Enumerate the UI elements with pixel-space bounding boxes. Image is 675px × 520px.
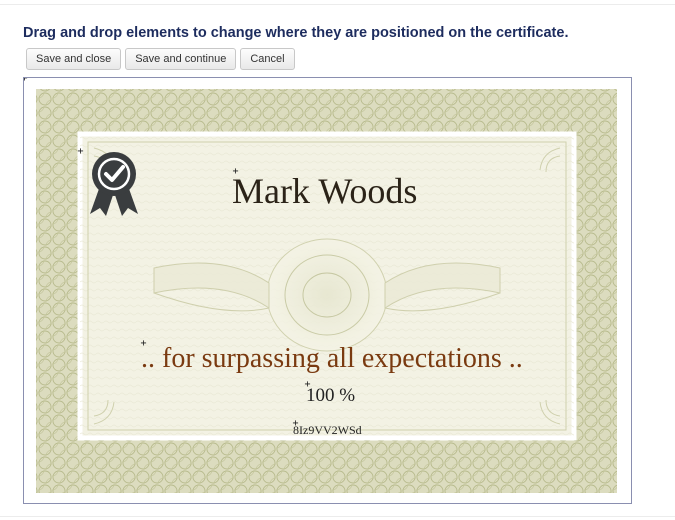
page-instructions: Drag and drop elements to change where t… xyxy=(23,25,569,41)
bottom-divider xyxy=(0,516,675,517)
certificate-message[interactable]: .. for surpassing all expectations .. xyxy=(141,343,523,375)
top-divider xyxy=(0,4,675,5)
award-ribbon-icon[interactable] xyxy=(86,150,142,218)
action-button-row: Save and close Save and continue Cancel xyxy=(26,48,295,70)
certificate-canvas: + xyxy=(23,77,632,504)
certificate-code[interactable]: 8Iz9VV2WSd xyxy=(293,423,362,438)
save-and-close-button[interactable]: Save and close xyxy=(26,48,122,70)
certificate-grade[interactable]: 100 % xyxy=(306,385,355,407)
move-handle-icon[interactable]: + xyxy=(24,78,29,84)
certificate-background xyxy=(24,78,631,503)
certificate-recipient-name[interactable]: Mark Woods xyxy=(232,170,417,212)
save-and-continue-button[interactable]: Save and continue xyxy=(125,48,237,70)
move-handle-icon[interactable]: + xyxy=(76,147,85,157)
cancel-button[interactable]: Cancel xyxy=(240,48,295,70)
